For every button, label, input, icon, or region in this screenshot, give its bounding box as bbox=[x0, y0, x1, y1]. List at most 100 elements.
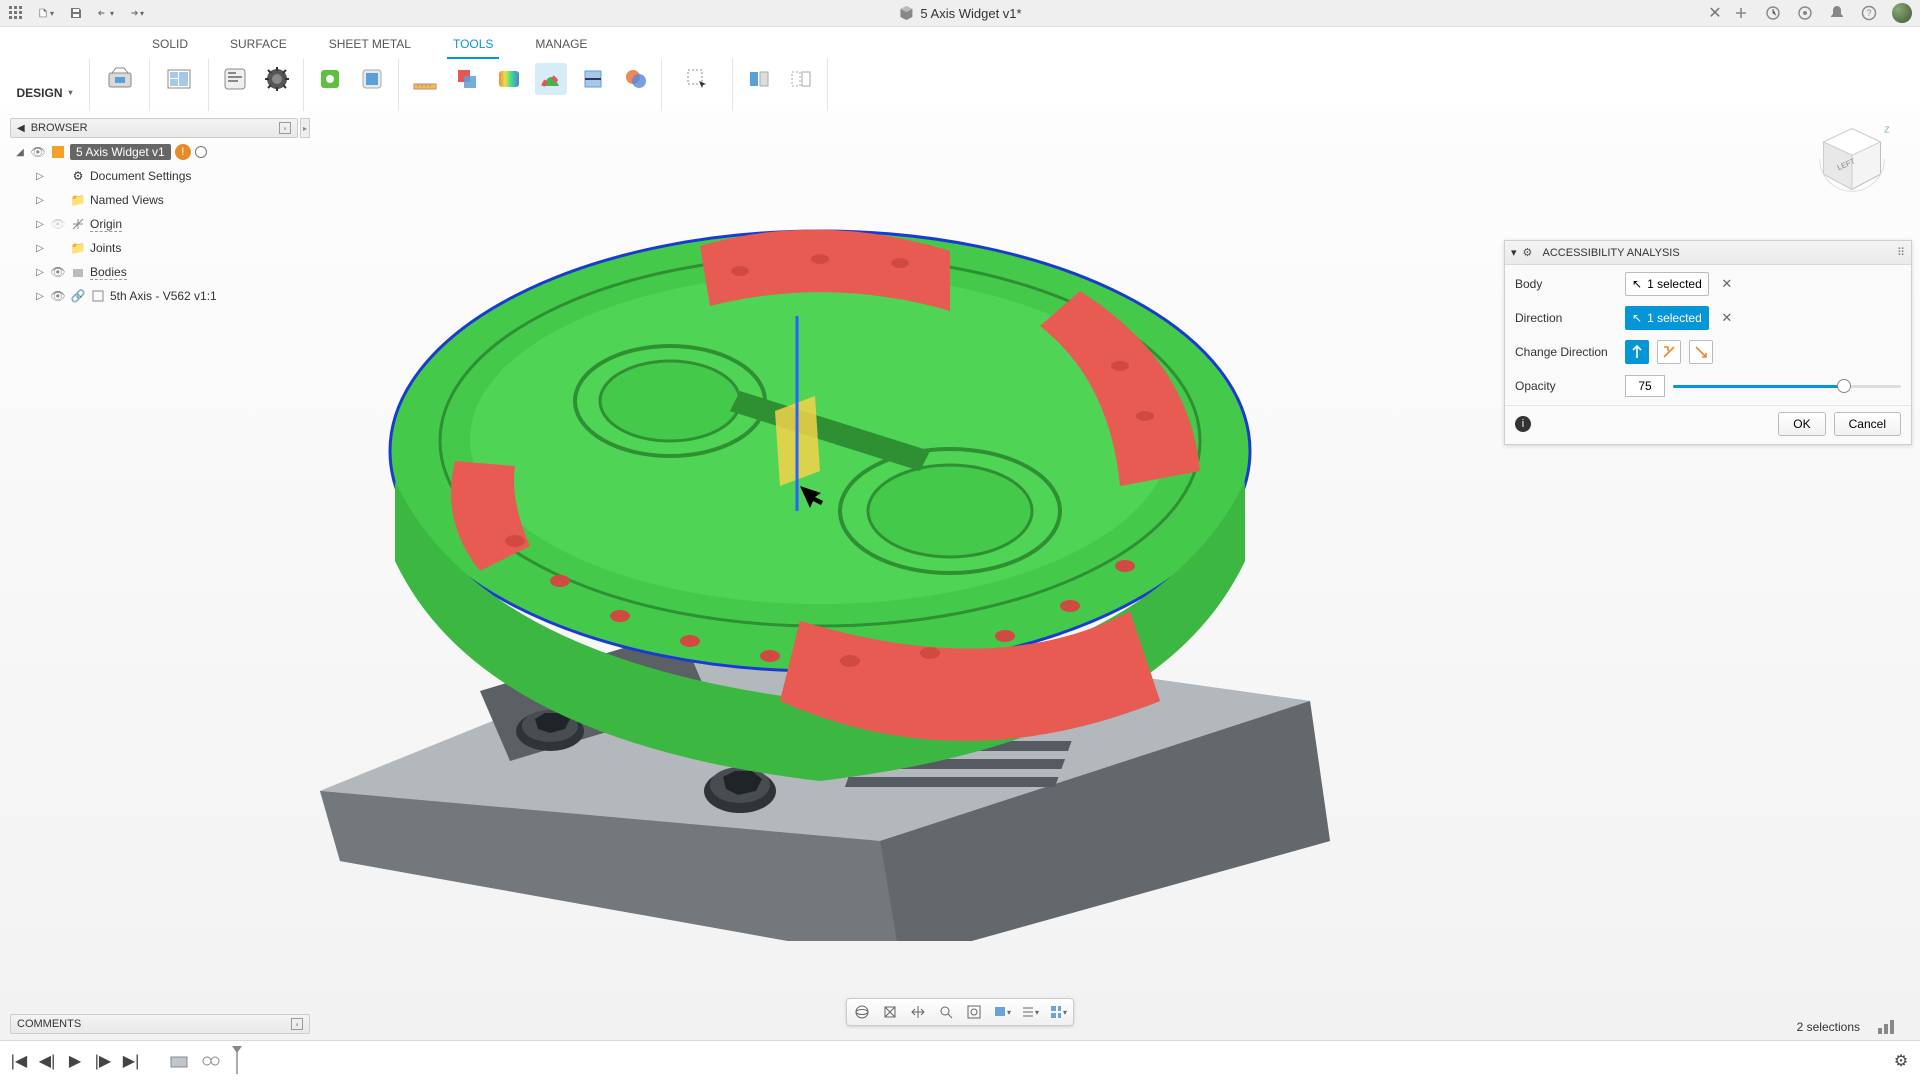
scripts-icon[interactable] bbox=[219, 63, 251, 95]
row-direction: Direction ↖ 1 selected ✕ bbox=[1515, 305, 1901, 331]
grid-settings-icon[interactable] bbox=[1021, 1003, 1039, 1021]
tree-item[interactable]: ▷ 👁 Bodies bbox=[10, 260, 310, 284]
opacity-input[interactable] bbox=[1625, 375, 1665, 397]
signal-icon[interactable] bbox=[1878, 1020, 1894, 1034]
interference-icon[interactable] bbox=[451, 63, 483, 95]
color-icon[interactable] bbox=[619, 63, 651, 95]
tab-surface[interactable]: SURFACE bbox=[224, 33, 293, 59]
fit-icon[interactable] bbox=[965, 1003, 983, 1021]
utility2-icon[interactable] bbox=[356, 63, 388, 95]
select-icon[interactable] bbox=[681, 63, 713, 95]
twisty-icon[interactable]: ▷ bbox=[34, 195, 46, 206]
user-avatar[interactable] bbox=[1892, 3, 1912, 23]
panel-header[interactable]: ▾ ⚙ ACCESSIBILITY ANALYSIS ⠿ bbox=[1505, 241, 1911, 265]
twisty-icon[interactable]: ▷ bbox=[34, 219, 46, 230]
timeline-step-fwd-icon[interactable]: |▶ bbox=[94, 1052, 112, 1070]
pin-icon[interactable]: ◦ bbox=[279, 122, 291, 134]
zoom-icon[interactable] bbox=[937, 1003, 955, 1021]
direction-z-button[interactable] bbox=[1625, 340, 1649, 364]
browser-header[interactable]: ◀ BROWSER ◦ bbox=[10, 118, 298, 138]
measure-icon[interactable] bbox=[409, 63, 441, 95]
expand-handle-icon[interactable]: ▸ bbox=[300, 118, 310, 138]
close-tab-icon[interactable]: ✕ bbox=[1708, 6, 1722, 20]
help-icon[interactable]: ? bbox=[1860, 4, 1878, 22]
file-new-icon[interactable] bbox=[38, 5, 54, 21]
pin-icon[interactable]: ◦ bbox=[291, 1018, 303, 1030]
tab-tools[interactable]: TOOLS bbox=[447, 33, 499, 59]
ok-button[interactable]: OK bbox=[1778, 412, 1825, 436]
feature-basebody-icon[interactable] bbox=[168, 1050, 190, 1072]
undo-icon[interactable] bbox=[98, 5, 114, 21]
look-icon[interactable] bbox=[881, 1003, 899, 1021]
new-tab-icon[interactable] bbox=[1732, 4, 1750, 22]
store-icon[interactable] bbox=[261, 63, 293, 95]
tree-item[interactable]: ▷ 👁 🔗 5th Axis - V562 v1:1 bbox=[10, 284, 310, 308]
tree-item[interactable]: ▷ 📁 Named Views bbox=[10, 188, 310, 212]
extensions-icon[interactable] bbox=[1764, 4, 1782, 22]
twisty-icon[interactable]: ◢ bbox=[14, 147, 26, 158]
activate-radio[interactable] bbox=[195, 146, 207, 158]
save-icon[interactable] bbox=[68, 5, 84, 21]
cancel-button[interactable]: Cancel bbox=[1834, 412, 1901, 436]
timeline-step-back-icon[interactable]: ◀| bbox=[38, 1052, 56, 1070]
body-selector[interactable]: ↖ 1 selected bbox=[1625, 272, 1709, 296]
twisty-icon[interactable]: ▷ bbox=[34, 267, 46, 278]
clear-body-icon[interactable]: ✕ bbox=[1717, 274, 1737, 294]
feature-joint-icon[interactable] bbox=[200, 1050, 222, 1072]
orbit-icon[interactable] bbox=[853, 1003, 871, 1021]
curvature-icon[interactable] bbox=[493, 63, 525, 95]
timeline-start-icon[interactable]: |◀ bbox=[10, 1052, 28, 1070]
direction-flip1-button[interactable] bbox=[1657, 340, 1681, 364]
info-icon[interactable]: i bbox=[1515, 416, 1531, 432]
tree-item[interactable]: ▷ 📁 Joints bbox=[10, 236, 310, 260]
twisty-icon[interactable]: ▷ bbox=[34, 171, 46, 182]
folder-icon: 📁 bbox=[70, 192, 86, 208]
accessibility-icon[interactable] bbox=[535, 63, 567, 95]
timeline-end-icon[interactable]: ▶| bbox=[122, 1052, 140, 1070]
comments-panel-header[interactable]: COMMENTS ◦ bbox=[10, 1014, 310, 1034]
document-tab[interactable]: 5 Axis Widget v1* bbox=[898, 5, 1021, 21]
warning-badge-icon[interactable]: ! bbox=[175, 144, 191, 160]
ribbon-tabs: SOLID SURFACE SHEET METAL TOOLS MANAGE bbox=[0, 27, 1920, 59]
twisty-icon[interactable]: ▷ bbox=[34, 243, 46, 254]
visibility-icon[interactable]: 👁 bbox=[50, 289, 66, 303]
settings-gear-icon[interactable]: ⚙ bbox=[1523, 246, 1537, 260]
redo-icon[interactable] bbox=[128, 5, 144, 21]
position2-icon[interactable] bbox=[785, 63, 817, 95]
section-icon[interactable] bbox=[577, 63, 609, 95]
display-settings-icon[interactable] bbox=[993, 1003, 1011, 1021]
visibility-icon[interactable]: 👁 bbox=[30, 145, 46, 159]
position1-icon[interactable] bbox=[743, 63, 775, 95]
drag-handle-icon[interactable]: ⠿ bbox=[1897, 246, 1905, 259]
visibility-icon[interactable]: 👁 bbox=[50, 265, 66, 279]
svg-text:?: ? bbox=[1866, 8, 1871, 18]
tab-solid[interactable]: SOLID bbox=[146, 33, 194, 59]
collapse-left-icon[interactable]: ◀ bbox=[17, 123, 25, 134]
timeline-settings-icon[interactable]: ⚙ bbox=[1892, 1052, 1910, 1070]
tree-root[interactable]: ◢ 👁 5 Axis Widget v1 ! bbox=[10, 140, 310, 164]
print3d-icon[interactable] bbox=[104, 63, 136, 95]
timeline-playhead[interactable] bbox=[232, 1048, 242, 1074]
visibility-off-icon[interactable]: 👁 bbox=[50, 217, 66, 231]
notifications-icon[interactable] bbox=[1828, 4, 1846, 22]
direction-selector[interactable]: ↖ 1 selected bbox=[1625, 306, 1709, 330]
clear-direction-icon[interactable]: ✕ bbox=[1717, 308, 1737, 328]
view-cube[interactable]: LEFT Z bbox=[1814, 121, 1890, 197]
label-opacity: Opacity bbox=[1515, 379, 1617, 393]
tree-label: Document Settings bbox=[90, 169, 191, 183]
direction-flip2-button[interactable] bbox=[1689, 340, 1713, 364]
collapse-icon[interactable]: ▾ bbox=[1511, 246, 1517, 259]
apps-grid-icon[interactable] bbox=[8, 5, 24, 21]
twisty-icon[interactable]: ▷ bbox=[34, 291, 46, 302]
tree-item[interactable]: ▷ ⚙ Document Settings bbox=[10, 164, 310, 188]
viewport-layout-icon[interactable] bbox=[1049, 1003, 1067, 1021]
job-status-icon[interactable] bbox=[1796, 4, 1814, 22]
opacity-slider[interactable] bbox=[1673, 376, 1901, 396]
timeline-play-icon[interactable]: ▶ bbox=[66, 1052, 84, 1070]
utility1-icon[interactable] bbox=[314, 63, 346, 95]
pan-icon[interactable] bbox=[909, 1003, 927, 1021]
tree-item[interactable]: ▷ 👁 Origin bbox=[10, 212, 310, 236]
nest-icon[interactable] bbox=[163, 63, 195, 95]
tab-manage[interactable]: MANAGE bbox=[529, 33, 593, 59]
tab-sheet-metal[interactable]: SHEET METAL bbox=[323, 33, 417, 59]
